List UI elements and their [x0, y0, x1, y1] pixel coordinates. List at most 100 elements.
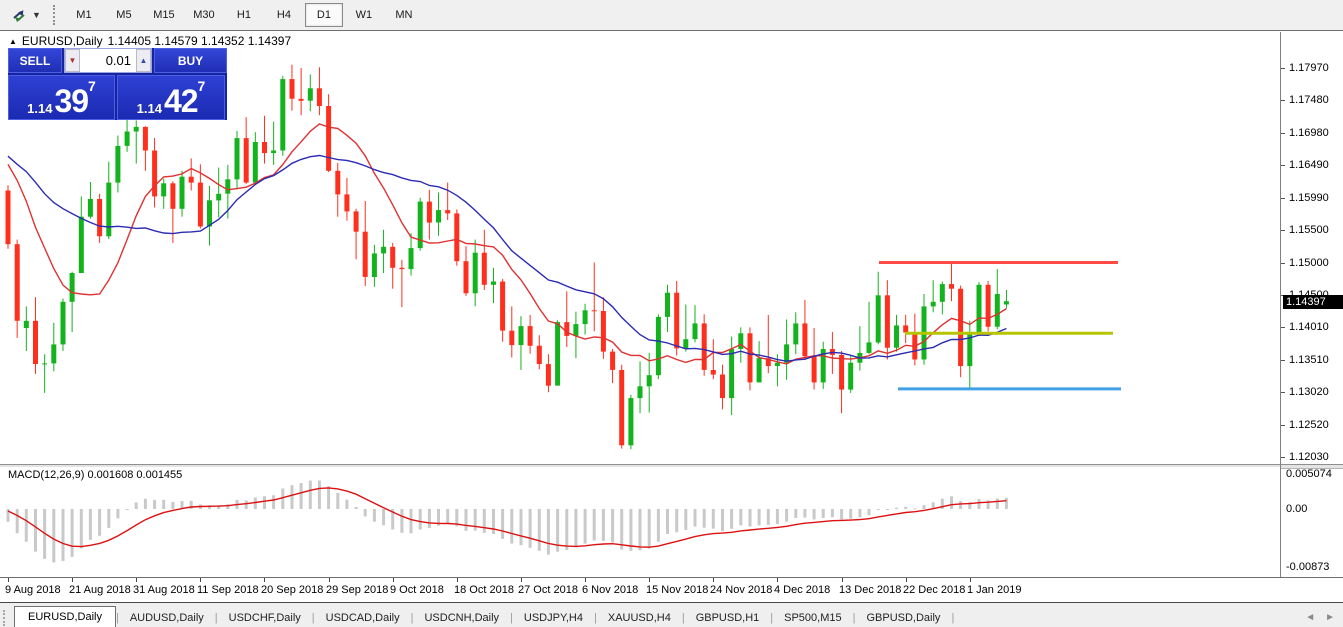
candle-body — [802, 323, 807, 356]
toolbar-grip-handle[interactable] — [53, 5, 58, 25]
chart-tab-gbpusd-h1[interactable]: GBPUSD,H1 — [685, 608, 771, 627]
macd-histogram-bar — [144, 499, 147, 509]
candle-body — [1004, 301, 1009, 304]
date-tick — [72, 578, 73, 582]
candle-body — [757, 358, 762, 382]
candle-body — [693, 323, 698, 339]
chart-tab-usdchf-daily[interactable]: USDCHF,Daily — [218, 608, 312, 627]
candle-body — [647, 375, 652, 386]
macd-histogram-bar — [895, 508, 898, 509]
chevron-down-icon[interactable]: ▼ — [32, 10, 41, 20]
macd-histogram-bar — [712, 509, 715, 529]
candle-body — [464, 261, 469, 293]
timeframe-button-m1[interactable]: M1 — [65, 3, 103, 27]
candle-body — [931, 302, 936, 307]
candle-body — [409, 248, 414, 269]
timeframe-button-mn[interactable]: MN — [385, 3, 423, 27]
candle-body — [619, 370, 624, 445]
macd-histogram-bar — [245, 500, 248, 509]
timeframe-button-w1[interactable]: W1 — [345, 3, 383, 27]
timeframe-button-d1[interactable]: D1 — [305, 3, 343, 27]
date-tick — [200, 578, 201, 582]
volume-input[interactable]: 0.01 — [80, 49, 136, 72]
chart-tab-sp500-m15[interactable]: SP500,M15 — [773, 608, 852, 627]
timeframe-button-m15[interactable]: M15 — [145, 3, 183, 27]
timeframe-button-h1[interactable]: H1 — [225, 3, 263, 27]
price-tick-label: 1.14010 — [1289, 321, 1329, 333]
sell-button[interactable]: SELL — [8, 48, 62, 73]
timeframe-button-h4[interactable]: H4 — [265, 3, 303, 27]
volume-decrease-button[interactable]: ▼ — [65, 49, 80, 72]
macd-histogram-bar — [25, 509, 28, 542]
price-tick — [1281, 360, 1285, 361]
candle-body — [812, 356, 817, 382]
timeframe-button-m30[interactable]: M30 — [185, 3, 223, 27]
chart-tab-eurusd-daily[interactable]: EURUSD,Daily — [14, 606, 116, 627]
macd-indicator-pane[interactable] — [0, 467, 1281, 577]
timeframes-toolbar-button[interactable]: ▼ — [6, 6, 45, 25]
sell-price-figure: 1.14 — [27, 101, 52, 116]
candle-body — [271, 151, 276, 154]
candle-body — [528, 326, 533, 346]
timeframe-button-m5[interactable]: M5 — [105, 3, 143, 27]
volume-increase-button[interactable]: ▲ — [136, 49, 151, 72]
tabbar-grip-handle[interactable] — [3, 610, 8, 626]
candle-body — [143, 127, 148, 151]
volume-spinner: ▼ 0.01 ▲ — [64, 48, 152, 73]
buy-price-point: 7 — [198, 80, 206, 92]
macd-histogram-bar — [684, 509, 687, 530]
price-tick-label: 1.15000 — [1289, 257, 1329, 269]
macd-canvas[interactable] — [0, 467, 1281, 577]
macd-histogram-bar — [767, 509, 770, 525]
collapse-triangle-icon[interactable]: ▲ — [9, 37, 17, 46]
candle-body — [244, 138, 249, 183]
macd-histogram-bar — [465, 509, 468, 531]
date-tick — [329, 578, 330, 582]
price-tick — [1281, 263, 1285, 264]
candle-body — [253, 142, 258, 183]
macd-histogram-bar — [959, 501, 962, 509]
buy-price-button[interactable]: 1.14 42 7 — [117, 75, 225, 120]
price-tick-label: 1.16490 — [1289, 159, 1329, 171]
date-tick-label: 11 Sep 2018 — [197, 584, 259, 596]
macd-histogram-bar — [813, 509, 816, 520]
candle-body — [189, 177, 194, 183]
candle-body — [711, 370, 716, 375]
date-axis[interactable]: 9 Aug 201821 Aug 201831 Aug 201811 Sep 2… — [0, 578, 1343, 602]
candle-body — [775, 363, 780, 366]
macd-histogram-bar — [648, 509, 651, 549]
macd-histogram-bar — [446, 509, 449, 524]
candle-body — [106, 183, 111, 237]
sell-price-button[interactable]: 1.14 39 7 — [8, 75, 115, 120]
tabs-scroll-left-icon[interactable]: ◄ — [1305, 613, 1315, 623]
chart-tab-usdcnh-daily[interactable]: USDCNH,Daily — [413, 608, 510, 627]
buy-button[interactable]: BUY — [154, 48, 227, 73]
candle-body — [225, 179, 230, 193]
candle-body — [656, 317, 661, 375]
price-tick-label: 1.12520 — [1289, 419, 1329, 431]
price-tick — [1281, 457, 1285, 458]
chart-tab-audusd-daily[interactable]: AUDUSD,Daily — [119, 608, 215, 627]
macd-histogram-bar — [849, 509, 852, 519]
timeframe-toolbar: ▼ M1M5M15M30H1H4D1W1MN — [0, 0, 1343, 31]
price-tick — [1281, 230, 1285, 231]
tab-separator: | — [951, 612, 954, 627]
macd-histogram-bar — [868, 509, 871, 515]
macd-histogram-bar — [584, 509, 587, 544]
chart-tab-usdcad-daily[interactable]: USDCAD,Daily — [315, 608, 411, 627]
candle-body — [299, 99, 304, 101]
ma-slow-line — [8, 156, 1006, 362]
chart-tab-gbpusd-daily[interactable]: GBPUSD,Daily — [855, 608, 951, 627]
candle-body — [125, 132, 130, 146]
macd-histogram-bar — [1005, 498, 1008, 509]
macd-histogram-bar — [785, 509, 788, 522]
macd-histogram-bar — [749, 509, 752, 527]
chart-tab-xauusd-h4[interactable]: XAUUSD,H4 — [597, 608, 682, 627]
macd-histogram-bar — [52, 509, 55, 562]
candle-body — [683, 339, 688, 348]
candle-body — [665, 293, 670, 317]
candle-body — [317, 88, 322, 106]
macd-histogram-bar — [16, 509, 19, 533]
tabs-scroll-right-icon[interactable]: ► — [1325, 613, 1335, 623]
chart-tab-usdjpy-h4[interactable]: USDJPY,H4 — [513, 608, 594, 627]
